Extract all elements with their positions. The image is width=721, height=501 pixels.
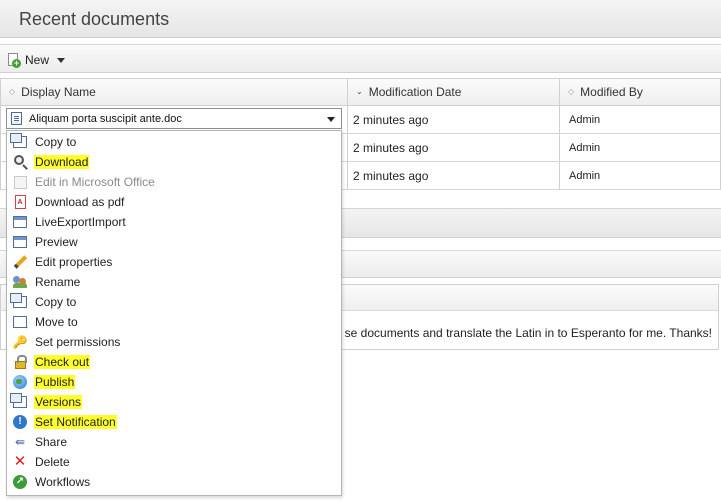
menu-item-label: Rename xyxy=(35,275,81,289)
sort-neutral-icon: ◇ xyxy=(9,87,16,96)
menu-item-share[interactable]: ⇚ Share xyxy=(7,432,341,452)
modification-date-value: 2 minutes ago xyxy=(353,168,429,183)
delete-icon: ✕ xyxy=(13,453,27,470)
cell-modified-by: Admin xyxy=(560,162,721,189)
menu-item-edit-in-microsoft-office[interactable]: Edit in Microsoft Office xyxy=(7,172,341,192)
cell-modification-date: 2 minutes ago xyxy=(348,134,560,161)
chevron-down-icon xyxy=(57,57,66,63)
menu-item-download-as-pdf[interactable]: A Download as pdf xyxy=(7,192,341,212)
cell-modified-by: Admin xyxy=(560,106,721,133)
word-document-icon xyxy=(11,112,22,125)
menu-item-publish[interactable]: Publish xyxy=(7,372,341,392)
menu-item-set-permissions[interactable]: 🔑 Set permissions xyxy=(7,332,341,352)
sort-desc-icon: ⌄ xyxy=(356,87,363,96)
workflows-icon: ↗ xyxy=(12,474,28,490)
menu-item-workflows[interactable]: ↗ Workflows xyxy=(7,472,341,492)
users-icon xyxy=(12,274,28,290)
column-header-label: Modified By xyxy=(580,85,643,99)
modified-by-value: Admin xyxy=(569,141,601,154)
column-header-modification-date[interactable]: ⌄ Modification Date xyxy=(348,79,560,105)
menu-item-label: Set permissions xyxy=(35,335,121,349)
menu-item-edit-properties[interactable]: Edit properties xyxy=(7,252,341,272)
menu-item-label: Preview xyxy=(35,235,78,249)
menu-item-liveexportimport[interactable]: LiveExportImport xyxy=(7,212,341,232)
document-actions-menu: Copy to Download Edit in Microsoft Offic… xyxy=(6,130,342,496)
menu-item-set-notification[interactable]: ! Set Notification xyxy=(7,412,341,432)
menu-item-label: Move to xyxy=(35,315,78,329)
new-document-icon: + xyxy=(8,53,21,68)
panel-header: Recent documents xyxy=(0,0,721,38)
menu-item-label: Workflows xyxy=(35,475,91,489)
menu-item-preview[interactable]: Preview xyxy=(7,232,341,252)
modified-by-value: Admin xyxy=(569,169,601,182)
menu-item-versions[interactable]: Versions xyxy=(7,392,341,412)
menu-item-label: Set Notification xyxy=(34,415,117,429)
menu-item-rename[interactable]: Rename xyxy=(7,272,341,292)
share-icon: ⇚ xyxy=(14,435,26,449)
cell-modified-by: Admin xyxy=(560,134,721,161)
column-header-label: Display Name xyxy=(21,85,96,99)
menu-item-label: Edit in Microsoft Office xyxy=(35,175,155,189)
menu-item-label: Edit properties xyxy=(35,255,113,269)
modification-date-value: 2 minutes ago xyxy=(353,112,429,127)
notification-icon: ! xyxy=(12,414,28,430)
menu-item-copy-to[interactable]: Copy to xyxy=(7,292,341,312)
menu-item-copy-to[interactable]: Copy to xyxy=(7,132,341,152)
copy-icon xyxy=(10,293,28,310)
window-icon xyxy=(12,214,28,230)
column-header-label: Modification Date xyxy=(368,85,462,99)
menu-item-label: LiveExportImport xyxy=(35,215,126,229)
new-button-label: New xyxy=(25,53,50,67)
menu-item-label: Share xyxy=(35,435,68,449)
message-text: se documents and translate the Latin in … xyxy=(344,326,712,340)
document-name-dropdown[interactable]: Aliquam porta suscipit ante.doc xyxy=(6,108,342,129)
menu-item-download[interactable]: Download xyxy=(7,152,341,172)
menu-item-check-out[interactable]: Check out xyxy=(7,352,341,372)
menu-item-move-to[interactable]: Move to xyxy=(7,312,341,332)
cell-modification-date: 2 minutes ago xyxy=(348,106,560,133)
menu-item-label: Download as pdf xyxy=(35,195,125,209)
chevron-down-icon xyxy=(327,117,335,122)
column-header-display-name[interactable]: ◇ Display Name xyxy=(1,79,348,105)
key-icon: 🔑 xyxy=(12,335,28,349)
new-button[interactable]: + New xyxy=(8,51,66,69)
magnifier-icon xyxy=(12,154,28,170)
pdf-icon: A xyxy=(12,194,28,210)
cell-modification-date: 2 minutes ago xyxy=(348,162,560,189)
menu-item-label: Publish xyxy=(34,375,76,389)
office-icon xyxy=(12,174,28,190)
menu-item-label: Versions xyxy=(34,395,83,409)
menu-item-label: Check out xyxy=(34,355,91,369)
globe-icon xyxy=(12,374,28,390)
column-header-modified-by[interactable]: ◇ Modified By xyxy=(560,79,721,105)
menu-item-label: Copy to xyxy=(35,295,77,309)
menu-item-delete[interactable]: ✕ Delete xyxy=(7,452,341,472)
copy-icon xyxy=(10,133,28,150)
pencil-icon xyxy=(12,254,28,270)
menu-item-label: Copy to xyxy=(35,135,77,149)
toolbar: + New xyxy=(0,44,721,73)
lock-icon xyxy=(12,354,28,370)
modification-date-value: 2 minutes ago xyxy=(353,140,429,155)
window-icon xyxy=(12,234,28,250)
menu-item-label: Delete xyxy=(35,455,70,469)
grid-header: ◇ Display Name ⌄ Modification Date ◇ Mod… xyxy=(1,79,721,106)
versions-icon xyxy=(10,393,28,410)
sort-neutral-icon: ◇ xyxy=(568,87,575,96)
modified-by-value: Admin xyxy=(569,113,601,126)
menu-item-label: Download xyxy=(34,155,90,169)
document-name: Aliquam porta suscipit ante.doc xyxy=(29,112,182,125)
panel-title: Recent documents xyxy=(19,9,170,29)
move-icon xyxy=(12,314,30,332)
